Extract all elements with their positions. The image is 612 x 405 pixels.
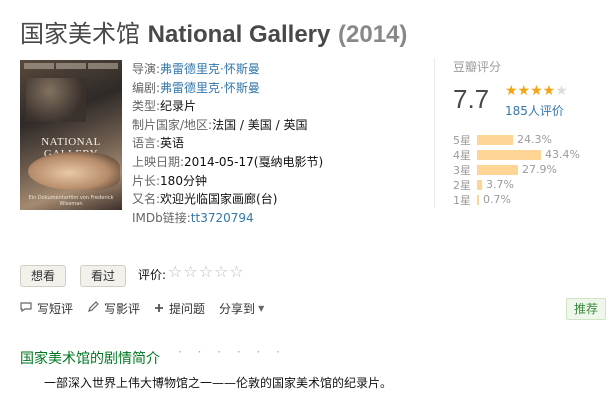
rating-stars-full: ★★★★ <box>505 83 556 99</box>
language-value: 英语 <box>160 136 185 151</box>
country-value: 法国 / 美国 / 英国 <box>212 117 308 132</box>
synopsis-heading-dots: · · · · · · <box>178 345 286 359</box>
page-title: 国家美术馆 National Gallery (2014) <box>20 14 407 49</box>
runtime-label: 片长: <box>132 173 161 188</box>
rating-row-label: 2星 <box>453 178 471 192</box>
rating-row-label: 3星 <box>453 163 471 177</box>
info-aka: 又名:欢迎光临国家画廊(台) <box>132 190 323 209</box>
rate-label: 评价: <box>138 268 167 282</box>
rating-score: 7.7 <box>453 84 490 114</box>
aka-value: 欢迎光临国家画廊(台) <box>160 192 278 207</box>
genre-value: 纪录片 <box>160 99 197 114</box>
info-runtime: 片长:180分钟 <box>132 172 323 191</box>
info-country: 制片国家/地区:法国 / 美国 / 英国 <box>132 116 323 135</box>
share-label: 分享到 <box>219 302 256 316</box>
writer-link[interactable]: 弗雷德里克·怀斯曼 <box>160 81 260 95</box>
pencil-icon <box>87 301 99 316</box>
write-review-link[interactable]: 写影评 <box>87 300 140 317</box>
title-english: National Gallery <box>147 21 331 48</box>
country-label: 制片国家/地区: <box>132 117 213 132</box>
aka-label: 又名: <box>132 192 161 207</box>
poster-credits-strip <box>24 63 118 69</box>
ask-question-label: 提问题 <box>169 302 206 316</box>
rating-row-label: 1星 <box>453 193 471 207</box>
rating-row-percent: 0.7% <box>483 193 511 206</box>
action-bar: 写短评 写影评 提问题 分享到 ▼ <box>20 300 278 317</box>
title-year: (2014) <box>338 21 408 48</box>
rating-panel: 豆瓣评分 7.7 ★★★★★ 185人评价 5星 24.3% 4星 43.4% … <box>434 58 612 208</box>
poster-painting <box>28 152 120 190</box>
imdb-label: IMDb链接: <box>132 210 191 225</box>
rating-row-1: 1星 0.7% <box>453 192 580 207</box>
watched-button[interactable]: 看过 <box>80 265 127 287</box>
imdb-link[interactable]: tt3720794 <box>191 211 254 225</box>
rating-bar <box>477 179 482 190</box>
release-label: 上映日期: <box>132 154 185 169</box>
ask-question-link[interactable]: 提问题 <box>154 300 205 317</box>
chevron-down-icon: ▼ <box>258 304 265 313</box>
info-genre: 类型:纪录片 <box>132 97 323 116</box>
write-review-label: 写影评 <box>104 302 141 316</box>
poster-subtitle: Ein Dokumentarfilm von Frederick Wiseman <box>28 195 114 207</box>
info-director: 导演:弗雷德里克·怀斯曼 <box>132 60 323 79</box>
director-link[interactable]: 弗雷德里克·怀斯曼 <box>160 62 260 76</box>
want-to-watch-button[interactable]: 想看 <box>20 265 67 287</box>
info-imdb: IMDb链接:tt3720794 <box>132 209 323 228</box>
speech-bubble-icon <box>20 301 32 316</box>
info-release: 上映日期:2014-05-17(戛纳电影节) <box>132 153 323 172</box>
rating-bar <box>477 194 479 205</box>
writer-label: 编剧: <box>132 80 161 95</box>
recommend-button[interactable]: 推荐 <box>566 298 607 320</box>
rating-bar <box>477 164 518 175</box>
director-label: 导演: <box>132 62 161 76</box>
language-label: 语言: <box>132 136 161 151</box>
info-language: 语言:英语 <box>132 134 323 153</box>
rating-votes-link[interactable]: 185人评价 <box>505 102 564 119</box>
poster-figure <box>26 78 86 122</box>
synopsis-heading: 国家美术馆的剧情简介 <box>20 351 160 367</box>
rating-row-percent: 27.9% <box>522 163 557 176</box>
rating-row-2: 2星 3.7% <box>453 177 580 192</box>
rating-title: 豆瓣评分 <box>453 60 502 74</box>
rating-row-percent: 43.4% <box>545 148 580 161</box>
rate-stars-input[interactable]: ☆☆☆☆☆ <box>168 262 245 281</box>
share-dropdown[interactable]: 分享到 ▼ <box>219 300 264 317</box>
rating-row-label: 4星 <box>453 148 471 162</box>
title-chinese: 国家美术馆 <box>20 20 140 48</box>
movie-info: 导演:弗雷德里克·怀斯曼 编剧:弗雷德里克·怀斯曼 类型:纪录片 制片国家/地区… <box>132 60 323 227</box>
release-value: 2014-05-17(戛纳电影节) <box>184 154 324 169</box>
synopsis-text: 一部深入世界上伟大博物馆之一——伦敦的国家美术馆的纪录片。 <box>44 376 393 390</box>
rating-row-5: 5星 24.3% <box>453 132 580 147</box>
genre-label: 类型: <box>132 99 161 114</box>
write-short-review-link[interactable]: 写短评 <box>20 300 73 317</box>
info-writer: 编剧:弗雷德里克·怀斯曼 <box>132 79 323 98</box>
movie-poster[interactable]: NATIONAL GALLERY Ein Dokumentarfilm von … <box>20 60 122 210</box>
rating-bar <box>477 149 541 160</box>
write-short-review-label: 写短评 <box>37 302 74 316</box>
rating-distribution: 5星 24.3% 4星 43.4% 3星 27.9% 2星 3.7% 1星 0.… <box>453 132 580 207</box>
rating-stars: ★★★★★ <box>505 83 568 99</box>
rating-row-3: 3星 27.9% <box>453 162 580 177</box>
plus-icon <box>154 302 164 316</box>
rating-bar <box>477 134 513 145</box>
runtime-value: 180分钟 <box>160 173 207 188</box>
rating-row-label: 5星 <box>453 133 471 147</box>
rating-row-4: 4星 43.4% <box>453 147 580 162</box>
rating-row-percent: 24.3% <box>517 133 552 146</box>
rating-row-percent: 3.7% <box>486 178 514 191</box>
rating-stars-empty: ★ <box>555 83 568 99</box>
